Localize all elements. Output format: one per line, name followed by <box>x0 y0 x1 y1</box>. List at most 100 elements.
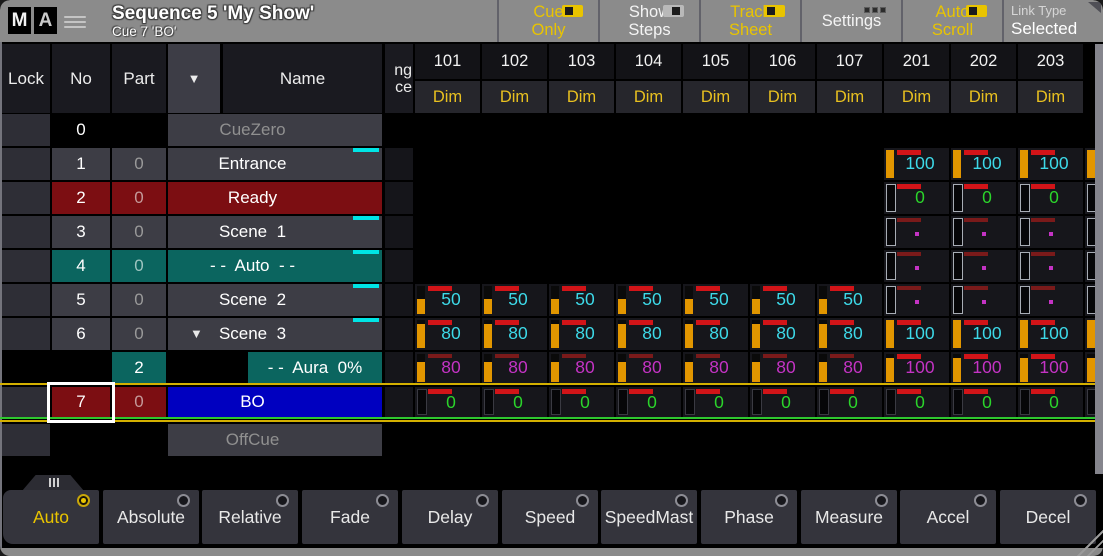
value-cell[interactable]: 80 <box>817 318 882 350</box>
value-cell[interactable] <box>884 284 949 316</box>
value-cell[interactable]: 100 <box>884 318 949 350</box>
attribute-header-101[interactable]: Dim <box>415 81 480 113</box>
attribute-header-102[interactable]: Dim <box>482 81 547 113</box>
titlebar-button-auto-scroll[interactable]: AutoScroll <box>901 0 1002 42</box>
value-cell[interactable] <box>1085 387 1095 417</box>
value-cell[interactable] <box>1018 216 1083 248</box>
cue-number-cell[interactable]: 5 <box>52 284 110 316</box>
value-cell[interactable] <box>1085 148 1095 180</box>
value-cell[interactable]: 80 <box>415 318 480 350</box>
value-cell[interactable]: 0 <box>549 387 614 417</box>
value-cell[interactable]: 50 <box>817 284 882 316</box>
value-cell[interactable] <box>1018 250 1083 282</box>
value-cell[interactable]: 100 <box>884 352 949 384</box>
attribute-header-103[interactable]: Dim <box>549 81 614 113</box>
value-cell[interactable]: 80 <box>683 318 748 350</box>
value-cell[interactable] <box>1085 318 1095 350</box>
cue-name-cell[interactable]: - - Auto - - <box>168 250 382 282</box>
value-cell[interactable]: 50 <box>616 284 681 316</box>
value-cell[interactable]: 100 <box>951 148 1016 180</box>
value-cell[interactable]: 0 <box>951 182 1016 214</box>
fixture-column-header-105[interactable]: 105 <box>683 44 748 79</box>
cue-row-ready[interactable]: 20Ready000 <box>0 182 1103 214</box>
part-number-cell[interactable]: 0 <box>112 182 166 214</box>
value-cell[interactable]: 80 <box>683 352 748 384</box>
value-cell[interactable]: 0 <box>1018 387 1083 417</box>
value-cell[interactable]: 0 <box>884 387 949 417</box>
value-cell[interactable]: 80 <box>750 318 815 350</box>
fixture-column-header-106[interactable]: 106 <box>750 44 815 79</box>
value-cell[interactable] <box>1085 284 1095 316</box>
cue-row-cuezero[interactable]: 0 CueZero <box>0 114 1103 146</box>
value-cell[interactable]: 80 <box>817 352 882 384</box>
value-cell[interactable]: 100 <box>1018 318 1083 350</box>
value-cell[interactable]: 80 <box>549 318 614 350</box>
lock-cell[interactable] <box>2 216 50 248</box>
fixture-column-header-202[interactable]: 202 <box>951 44 1016 79</box>
cue-number-cell[interactable]: 1 <box>52 148 110 180</box>
value-cell[interactable]: 0 <box>616 387 681 417</box>
fixture-column-header-103[interactable]: 103 <box>549 44 614 79</box>
encoder-button-delay[interactable]: Delay <box>402 490 498 544</box>
value-cell[interactable]: 80 <box>549 352 614 384</box>
titlebar-button-track-sheet[interactable]: TrackSheet <box>699 0 800 42</box>
attribute-header-104[interactable]: Dim <box>616 81 681 113</box>
lock-cell[interactable] <box>2 148 50 180</box>
fixture-column-header-201[interactable]: 201 <box>884 44 949 79</box>
encoder-bar-handle[interactable] <box>22 475 84 491</box>
value-cell[interactable] <box>884 216 949 248</box>
value-cell[interactable] <box>951 250 1016 282</box>
cue-number-cell[interactable]: 6 <box>52 318 110 350</box>
encoder-button-decel[interactable]: Decel <box>1000 490 1096 544</box>
cue-row-scene-2[interactable]: 50Scene 250505050505050 <box>0 284 1103 316</box>
encoder-button-speedmast[interactable]: SpeedMast <box>601 490 697 544</box>
cue-row-entrance[interactable]: 10Entrance100100100 <box>0 148 1103 180</box>
attribute-header-203[interactable]: Dim <box>1018 81 1083 113</box>
attribute-header-201[interactable]: Dim <box>884 81 949 113</box>
encoder-button-fade[interactable]: Fade <box>302 490 398 544</box>
list-menu-icon[interactable] <box>64 13 86 29</box>
value-cell[interactable]: 0 <box>1018 182 1083 214</box>
lock-cell[interactable] <box>2 284 50 316</box>
value-cell[interactable]: 50 <box>415 284 480 316</box>
value-cell[interactable] <box>1085 352 1095 384</box>
value-cell[interactable]: 80 <box>616 352 681 384</box>
attribute-header-107[interactable]: Dim <box>817 81 882 113</box>
value-cell[interactable]: 50 <box>549 284 614 316</box>
lock-cell[interactable] <box>2 182 50 214</box>
cue-name-cell[interactable]: CueZero <box>168 114 382 146</box>
value-cell[interactable]: 100 <box>1018 352 1083 384</box>
value-cell[interactable] <box>951 216 1016 248</box>
lock-cell[interactable] <box>2 387 50 417</box>
value-cell[interactable] <box>1018 284 1083 316</box>
link-type-selector[interactable]: Link Type Selected <box>1002 0 1103 42</box>
lock-cell[interactable] <box>2 114 50 146</box>
encoder-button-phase[interactable]: Phase <box>701 490 797 544</box>
cue-row-bo[interactable]: 70BO0000000000 <box>0 387 1103 417</box>
value-cell[interactable]: 0 <box>482 387 547 417</box>
cue-row--auto-[interactable]: 40- - Auto - - <box>0 250 1103 282</box>
encoder-button-measure[interactable]: Measure <box>801 490 897 544</box>
value-cell[interactable]: 100 <box>884 148 949 180</box>
fixture-column-header-102[interactable]: 102 <box>482 44 547 79</box>
encoder-button-relative[interactable]: Relative <box>202 490 298 544</box>
column-header-lock[interactable]: Lock <box>2 44 50 113</box>
lock-cell[interactable] <box>2 318 50 350</box>
value-cell[interactable]: 100 <box>951 318 1016 350</box>
part-number-cell[interactable]: 0 <box>112 148 166 180</box>
value-cell[interactable]: 0 <box>683 387 748 417</box>
cue-name-cell[interactable]: Scene 1 <box>168 216 382 248</box>
cue-number-cell[interactable]: 2 <box>52 182 110 214</box>
value-cell[interactable]: 100 <box>1018 148 1083 180</box>
vertical-scrollbar[interactable] <box>1095 44 1103 474</box>
value-cell[interactable]: 0 <box>951 387 1016 417</box>
cue-number-cell[interactable]: 0 <box>52 114 110 146</box>
part-number-cell[interactable]: 0 <box>112 250 166 282</box>
cue-name-cell[interactable]: Entrance <box>168 148 382 180</box>
column-header-clipped[interactable]: ngce <box>385 44 413 113</box>
encoder-button-speed[interactable]: Speed <box>502 490 598 544</box>
value-cell[interactable]: 50 <box>750 284 815 316</box>
column-header-name[interactable]: Name <box>223 44 382 113</box>
value-cell[interactable]: 50 <box>482 284 547 316</box>
titlebar-button-settings[interactable]: Settings <box>800 0 901 42</box>
